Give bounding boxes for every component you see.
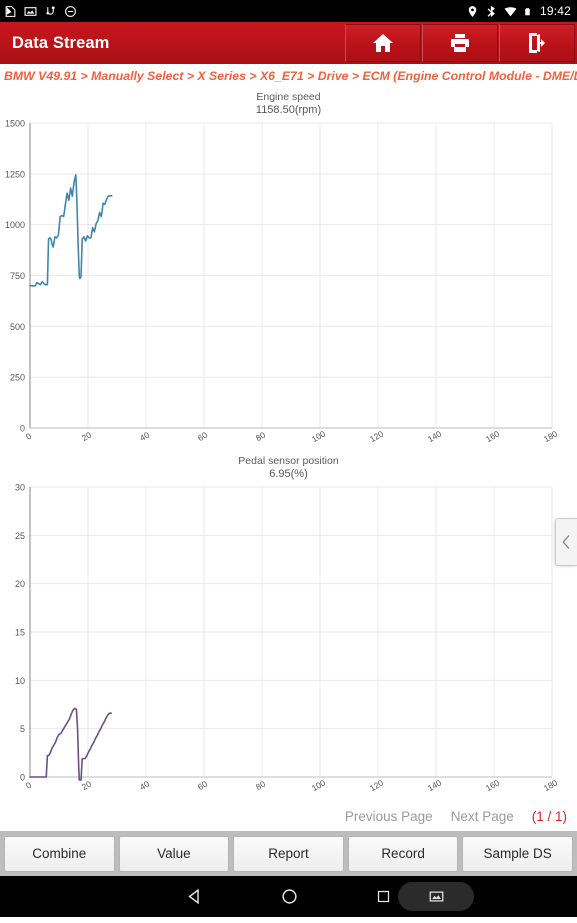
record-button[interactable]: Record [347,835,459,872]
charts-container: Engine speed 1158.50(rpm) 0 250 500 750 1000… [0,88,577,801]
exit-icon [529,33,545,53]
screenshot-button[interactable] [398,882,474,911]
svg-text:60: 60 [196,430,209,444]
svg-text:40: 40 [138,430,151,444]
home-button[interactable] [345,24,421,62]
android-status-bar: 19:42 [0,0,577,22]
svg-text:120: 120 [368,428,386,444]
chart-pedal-sensor-position: Pedal sensor position 6.95(%) 0 5 10 15 20 25… [0,452,577,801]
svg-text:25: 25 [15,531,25,541]
location-icon [468,5,477,17]
breadcrumb: BMW V49.91 > Manually Select > X Series … [0,64,577,88]
pagination: Previous Page Next Page (1 / 1) [0,801,577,831]
svg-text:80: 80 [254,779,267,793]
svg-text:1500: 1500 [5,119,25,129]
svg-text:750: 750 [10,271,25,281]
plot-area-1: 0 5 10 15 20 25 30 0 20 40 60 80 100 120 140 160 180 [0,481,577,801]
android-nav-bar [0,876,577,917]
print-button[interactable] [422,24,498,62]
collapse-panel-button[interactable] [555,518,577,566]
next-page-button[interactable]: Next Page [451,809,514,824]
previous-page-button[interactable]: Previous Page [345,809,433,824]
page-count: (1 / 1) [531,808,567,824]
svg-text:1250: 1250 [5,169,25,179]
status-right-icons: 19:42 [466,4,571,18]
recents-square-icon[interactable] [376,889,391,904]
svg-text:20: 20 [80,430,93,444]
battery-icon [525,7,530,15]
svg-text:10: 10 [15,676,25,686]
svg-text:100: 100 [310,777,328,793]
printer-icon [451,34,469,52]
chart-current-value: 6.95(%) [269,468,308,480]
svg-text:80: 80 [254,430,267,444]
svg-text:160: 160 [484,777,502,793]
svg-text:100: 100 [310,428,328,444]
value-button[interactable]: Value [118,835,230,872]
line-chart-engine-speed: 02505007501000125015000 20 40 60 80 100 120 140… [5,119,560,445]
plot-area-0: 0 250 500 750 1000 1250 1500 0 20 40 60 80 100 120 140… [0,117,577,452]
sd-card-icon [5,5,16,17]
combine-button[interactable]: Combine [4,835,115,872]
app-header: Data Stream [0,22,577,64]
screenshot-pill-icon [429,891,443,902]
svg-text:20: 20 [80,779,93,793]
screenshot-icon [24,6,37,16]
svg-text:0: 0 [24,780,33,791]
page-title: Data Stream [12,33,110,52]
svg-text:120: 120 [368,777,386,793]
status-left-icons [4,5,77,18]
header-actions [345,24,575,62]
svg-text:1000: 1000 [5,220,25,230]
svg-text:140: 140 [426,428,444,444]
svg-text:20: 20 [15,579,25,589]
chevron-left-icon [562,535,570,549]
chart-header-0: Engine speed 1158.50(rpm) [0,88,577,117]
chart-current-value: 1158.50(rpm) [255,104,322,116]
report-button[interactable]: Report [233,835,344,872]
sample-ds-button[interactable]: Sample DS [462,835,573,872]
bluetooth-icon [487,5,495,17]
chart-title: Pedal sensor position [238,455,339,467]
svg-text:160: 160 [484,428,502,444]
svg-text:180: 180 [542,428,560,444]
svg-text:30: 30 [15,483,25,493]
chart-engine-speed: Engine speed 1158.50(rpm) 0 250 500 750 1000… [0,88,577,452]
svg-text:250: 250 [10,373,25,383]
svg-text:60: 60 [196,779,209,793]
home-circle-icon[interactable] [281,888,298,905]
svg-text:0: 0 [24,431,33,442]
svg-text:15: 15 [15,628,25,638]
svg-text:500: 500 [10,322,25,332]
svg-text:140: 140 [426,777,444,793]
wifi-icon [504,6,517,16]
svg-text:40: 40 [138,779,151,793]
chart-title: Engine speed [256,91,321,103]
chart-header-1: Pedal sensor position 6.95(%) [0,452,577,481]
do-not-disturb-icon [65,5,76,17]
home-icon [373,34,393,52]
exit-button[interactable] [499,24,575,62]
back-triangle-icon[interactable] [186,888,203,905]
bottom-toolbar: Combine Value Report Record Sample DS [0,831,577,876]
status-clock: 19:42 [539,4,571,18]
line-chart-pedal-sensor: 0510152025300 20 40 60 80 100 120 140 160 180 [15,483,560,794]
svg-text:5: 5 [20,724,25,734]
usb-icon [46,6,55,15]
svg-text:180: 180 [542,777,560,793]
